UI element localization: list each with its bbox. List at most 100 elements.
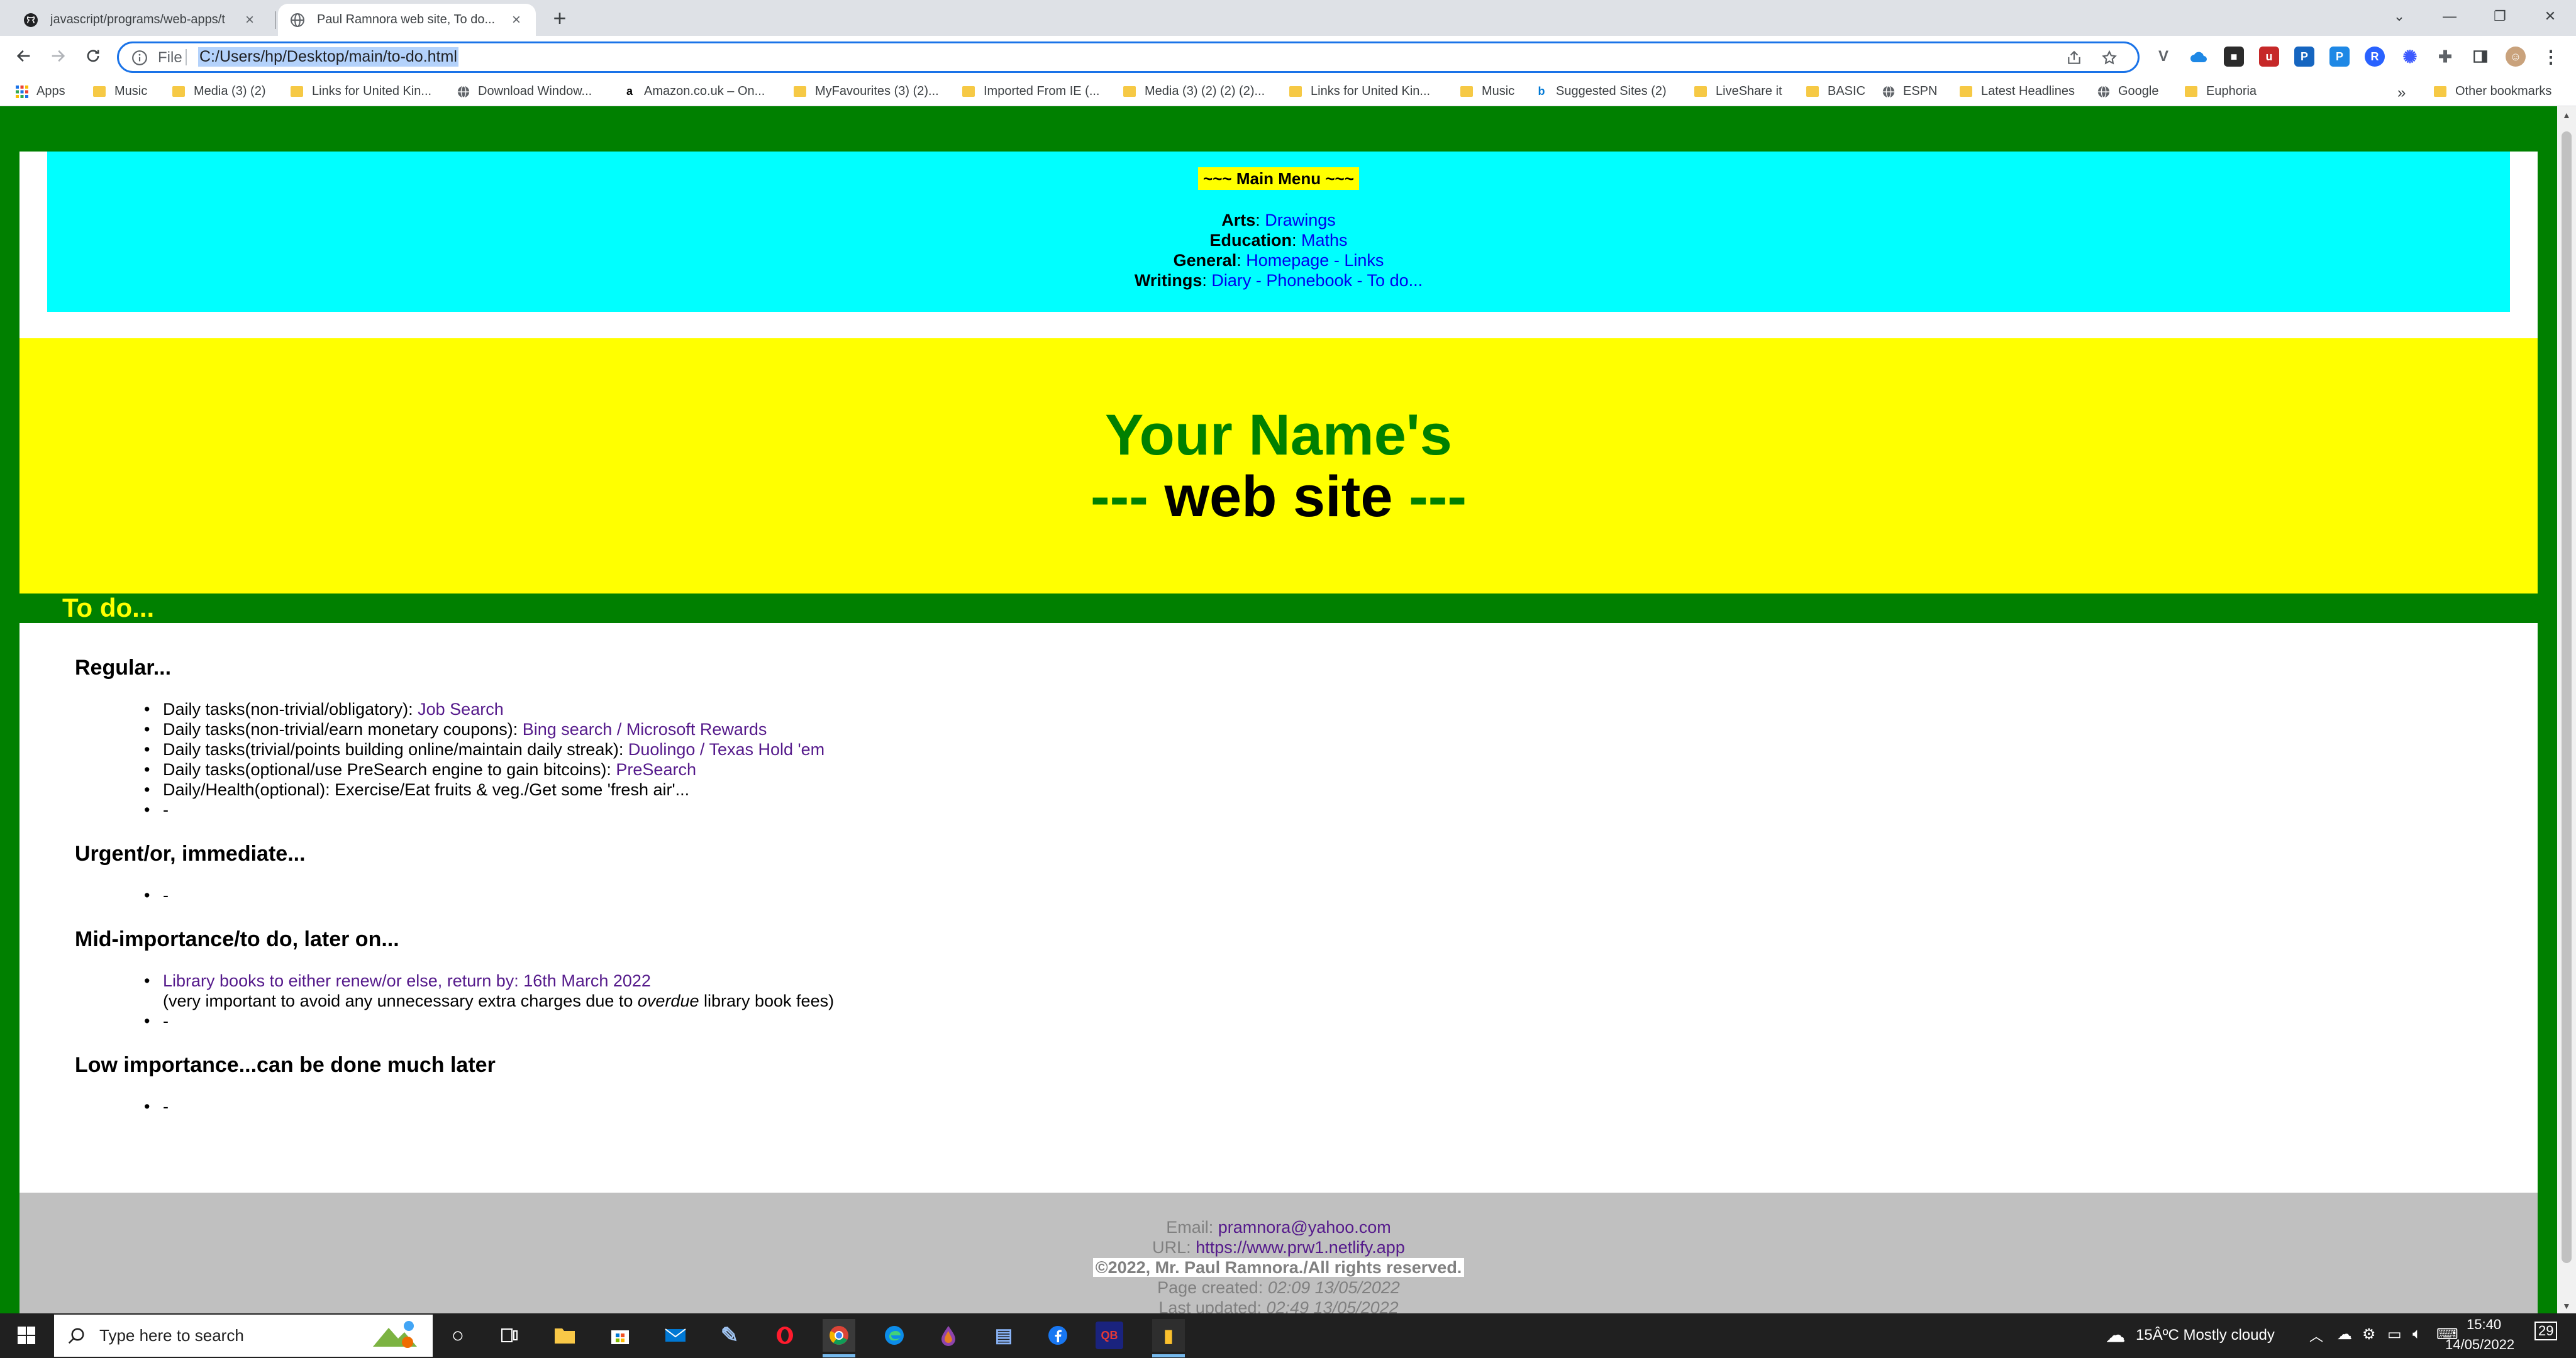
bookmark-music-2[interactable]: Music (1460, 84, 1514, 99)
scroll-down-icon[interactable]: ▼ (2562, 1301, 2571, 1311)
paint-icon[interactable]: ✎ (713, 1319, 746, 1352)
bookmark-label: Other bookmarks (2455, 84, 2552, 98)
file-explorer-icon[interactable] (548, 1319, 581, 1352)
cloud-extension-icon[interactable] (2189, 47, 2209, 67)
folder-icon (291, 86, 303, 97)
tab-active-page[interactable]: Paul Ramnora web site, To do... × (278, 4, 536, 36)
bookmark-download-windows[interactable]: Download Window... (457, 84, 592, 99)
bookmark-amazon[interactable]: a Amazon.co.uk – On... (623, 84, 765, 99)
close-window-button[interactable]: ✕ (2525, 0, 2575, 33)
reload-button[interactable] (80, 43, 106, 69)
facebook-icon[interactable] (1041, 1319, 1074, 1352)
restore-button[interactable]: ❐ (2475, 0, 2525, 33)
link-homepage[interactable]: Homepage (1246, 251, 1329, 270)
bookmark-media[interactable]: Media (3) (2) (172, 84, 265, 99)
volume-icon[interactable]: 🔈︎ (2412, 1325, 2421, 1343)
url-text[interactable]: C:/Users/hp/Desktop/main/to-do.html (198, 47, 458, 67)
windows-start-icon[interactable] (10, 1319, 43, 1352)
globe-icon (1882, 85, 1895, 98)
link-diary[interactable]: Diary (1211, 271, 1251, 290)
link-drawings[interactable]: Drawings (1265, 211, 1336, 229)
note-text: library book fees) (699, 991, 835, 1010)
forward-button[interactable] (45, 43, 70, 69)
address-bar[interactable]: File C:/Users/hp/Desktop/main/to-do.html (117, 41, 2140, 73)
bookmark-myfavourites[interactable]: MyFavourites (3) (2)... (794, 84, 939, 99)
vertical-scrollbar[interactable]: ▲ ▼ (2557, 106, 2576, 1313)
qb64-icon[interactable]: QB (1096, 1322, 1123, 1349)
tab-search-icon[interactable]: ⌄ (2374, 0, 2424, 33)
chrome-icon[interactable] (823, 1319, 855, 1352)
link-phonebook[interactable]: Phonebook (1266, 271, 1352, 290)
new-tab-button[interactable]: + (548, 7, 571, 30)
weather-cloud-icon[interactable]: ☁ (2099, 1319, 2132, 1352)
bookmark-links-uk-2[interactable]: Links for United Kin... (1289, 84, 1430, 99)
bookmark-links-uk[interactable]: Links for United Kin... (291, 84, 431, 99)
clock-date[interactable]: 14/05/2022 (2445, 1337, 2514, 1353)
r-extension-icon[interactable]: R (2365, 47, 2385, 67)
link-library-books[interactable]: Library books to either renew/or else, r… (163, 971, 651, 990)
bookmarks-overflow-button[interactable]: » (2397, 84, 2406, 102)
weather-text[interactable]: 15ÂºC Mostly cloudy (2136, 1327, 2275, 1344)
onedrive-icon[interactable]: ☁ (2337, 1325, 2352, 1344)
bookmark-basic[interactable]: BASIC (1806, 84, 1865, 99)
gear-extension-icon[interactable]: ✺ (2400, 47, 2420, 67)
avatar[interactable]: ☺ (2506, 47, 2526, 67)
bookmark-star-icon[interactable] (2101, 50, 2118, 69)
scrollbar-thumb[interactable] (2562, 131, 2572, 1263)
share-icon[interactable] (2066, 50, 2082, 69)
back-button[interactable] (11, 43, 36, 69)
p-blue-extension-icon[interactable]: P (2329, 47, 2350, 67)
scroll-up-icon[interactable]: ▲ (2562, 110, 2571, 120)
email-link[interactable]: pramnora@yahoo.com (1218, 1218, 1391, 1237)
url-link[interactable]: https://www.prw1.netlify.app (1196, 1238, 1405, 1257)
link-texas-holdem[interactable]: Texas Hold 'em (709, 740, 824, 759)
clock-time[interactable]: 15:40 (2467, 1317, 2501, 1333)
bookmark-euphoria[interactable]: Euphoria (2185, 84, 2257, 99)
ublock-extension-icon[interactable]: u (2259, 47, 2279, 67)
bookmark-espn[interactable]: ESPN (1882, 84, 1937, 99)
link-maths[interactable]: Maths (1301, 231, 1348, 250)
more-menu-icon[interactable]: ⋮ (2541, 47, 2561, 67)
link-presearch[interactable]: PreSearch (616, 760, 696, 779)
taskbar-search-input[interactable]: Type here to search (54, 1315, 433, 1357)
p-extension-icon[interactable]: P (2294, 47, 2314, 67)
terminal-app-icon[interactable]: ▮ (1152, 1319, 1185, 1352)
puzzle-icon[interactable]: ✚ (2435, 47, 2455, 67)
tray-chevron-icon[interactable]: ︿ (2309, 1325, 2323, 1345)
bookmark-media-2[interactable]: Media (3) (2) (2) (2)... (1123, 84, 1265, 99)
copyright-text: ©2022, Mr. Paul Ramnora./All rights rese… (1092, 1258, 1465, 1277)
bookmark-apps[interactable]: Apps (15, 84, 65, 99)
bookmark-google[interactable]: Google (2097, 84, 2159, 99)
notepad-icon[interactable]: ▤ (987, 1319, 1020, 1352)
task-view-icon[interactable] (493, 1319, 526, 1352)
store-icon[interactable] (604, 1319, 636, 1352)
close-icon[interactable]: × (242, 11, 258, 28)
drop-app-icon[interactable] (932, 1319, 965, 1352)
cortana-icon[interactable]: ○ (441, 1319, 474, 1352)
mail-icon[interactable] (659, 1319, 692, 1352)
link-links[interactable]: Links (1344, 251, 1384, 270)
info-icon[interactable] (131, 50, 148, 69)
settings-icon[interactable]: ⚙ (2362, 1325, 2376, 1344)
minimize-button[interactable]: — (2424, 0, 2475, 33)
menu-separator: - (1329, 251, 1345, 270)
network-icon[interactable]: ▭ (2387, 1325, 2402, 1344)
tab-github[interactable]: javascript/programs/web-apps/t × (11, 4, 269, 36)
bookmark-suggested-sites[interactable]: b Suggested Sites (2) (1535, 84, 1667, 99)
edge-icon[interactable] (878, 1319, 911, 1352)
close-icon[interactable]: × (508, 11, 525, 28)
side-panel-icon[interactable] (2470, 47, 2490, 67)
opera-icon[interactable] (769, 1319, 801, 1352)
bookmark-imported-ie[interactable]: Imported From IE (... (962, 84, 1099, 99)
notification-center-icon[interactable]: 29 (2534, 1322, 2558, 1340)
bookmark-music[interactable]: Music (93, 84, 147, 99)
bookmark-liveshare[interactable]: LiveShare it (1694, 84, 1782, 99)
vimeo-extension-icon[interactable]: V (2153, 47, 2174, 67)
link-bing-rewards[interactable]: Bing search / Microsoft Rewards (523, 720, 767, 739)
link-duolingo[interactable]: Duolingo (628, 740, 696, 759)
bookmark-other-bookmarks[interactable]: Other bookmarks (2434, 84, 2551, 99)
dark-extension-icon[interactable]: ■ (2224, 47, 2244, 67)
bookmark-latest-headlines[interactable]: Latest Headlines (1960, 84, 2075, 99)
link-to-do[interactable]: To do... (1367, 271, 1423, 290)
link-job-search[interactable]: Job Search (418, 700, 504, 719)
